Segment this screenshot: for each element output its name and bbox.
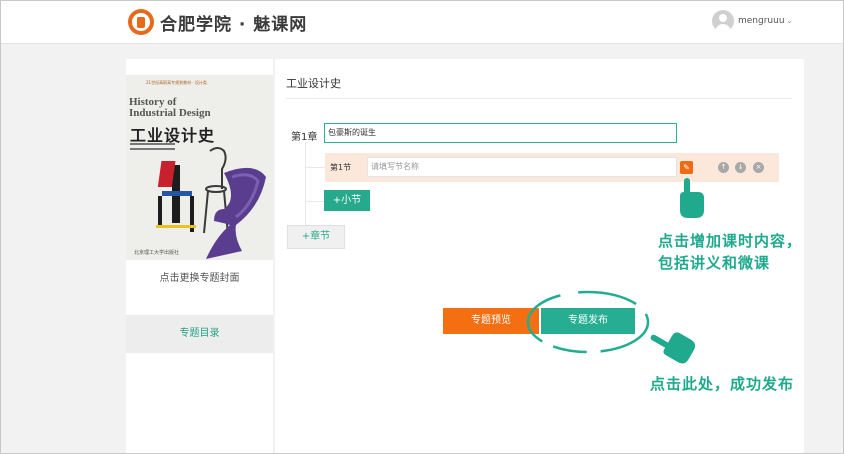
pointing-hand-icon: [650, 332, 696, 364]
pointing-hand-icon: [680, 178, 704, 218]
highlight-ellipse: [526, 290, 650, 354]
add-content-annotation: 点击增加课时内容， 包括讲义和微课: [658, 232, 803, 272]
publish-annotation: 点击此处，成功发布: [650, 375, 795, 393]
